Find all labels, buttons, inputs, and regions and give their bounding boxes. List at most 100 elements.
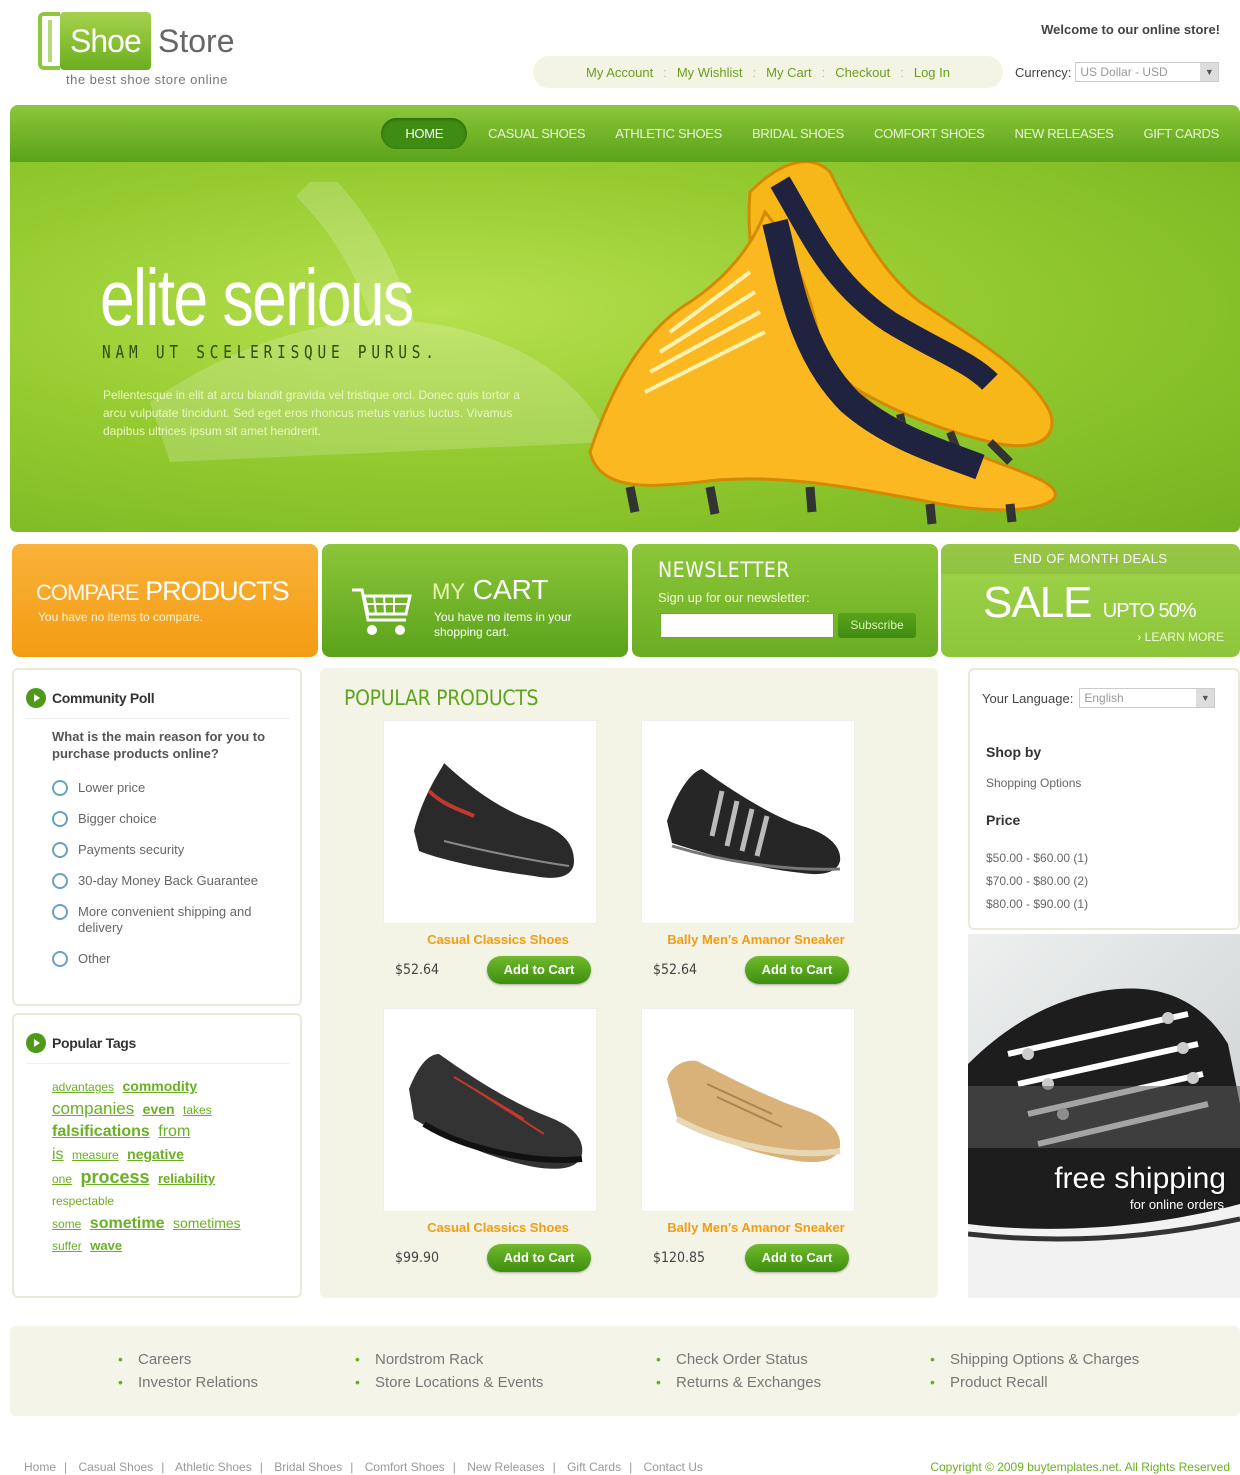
footer-links: Careers Investor Relations Nordstrom Rac…	[10, 1326, 1240, 1416]
tag-link[interactable]: companies	[52, 1098, 134, 1120]
nav-bridal-shoes[interactable]: BRIDAL SHOES	[737, 126, 859, 141]
nav-home[interactable]: HOME	[381, 118, 468, 149]
radio-button[interactable]	[52, 951, 68, 967]
tag-link[interactable]: falsifications	[52, 1121, 150, 1143]
tag-link[interactable]: measure	[72, 1144, 119, 1166]
logo[interactable]: Shoe Store the best shoe store online	[38, 12, 268, 92]
nav-comfort-shoes[interactable]: COMFORT SHOES	[859, 126, 999, 141]
product-image[interactable]	[641, 720, 855, 924]
nav-casual-shoes[interactable]: CASUAL SHOES	[473, 126, 600, 141]
link-checkout[interactable]: Checkout	[825, 65, 900, 80]
footer-link-nordstrom-rack[interactable]: Nordstrom Rack	[353, 1348, 543, 1371]
price-range-link[interactable]: $50.00 - $60.00 (1)	[986, 851, 1088, 865]
arrow-bullet-icon	[26, 688, 46, 708]
compare-products-box[interactable]: COMPARE PRODUCTS You have no items to co…	[12, 544, 318, 657]
link-my-account[interactable]: My Account	[576, 65, 663, 80]
tag-link[interactable]: takes	[183, 1099, 212, 1121]
subscribe-button[interactable]: Subscribe	[838, 613, 916, 638]
poll-heading: Community Poll	[26, 688, 155, 708]
tag-link[interactable]: from	[158, 1121, 190, 1143]
bottom-link-athletic-shoes[interactable]: Athletic Shoes	[175, 1460, 252, 1474]
add-to-cart-button[interactable]: Add to Cart	[487, 1244, 591, 1272]
radio-button[interactable]	[52, 811, 68, 827]
tag-link[interactable]: wave	[90, 1235, 122, 1257]
poll-option[interactable]: Other	[52, 951, 282, 967]
product-name[interactable]: Casual Classics Shoes	[380, 1220, 616, 1235]
tag-link[interactable]: negative	[127, 1143, 184, 1165]
sale-title: SALE UPTO 50%	[983, 578, 1197, 628]
footer-link-careers[interactable]: Careers	[116, 1348, 258, 1371]
poll-option-label: Other	[78, 951, 111, 966]
currency-select[interactable]: US Dollar - USD ▼	[1075, 62, 1220, 82]
language-value: English	[1084, 691, 1124, 705]
link-log-in[interactable]: Log In	[904, 65, 960, 80]
bottom-link-new-releases[interactable]: New Releases	[467, 1460, 544, 1474]
product-name[interactable]: Casual Classics Shoes	[380, 932, 616, 947]
link-my-wishlist[interactable]: My Wishlist	[667, 65, 753, 80]
product-card: Bally Men's Amanor Sneaker $120.85 Add t…	[638, 1008, 896, 1273]
tag-link[interactable]: some	[52, 1213, 81, 1235]
poll-option[interactable]: 30-day Money Back Guarantee	[52, 873, 282, 889]
price-range-link[interactable]: $80.00 - $90.00 (1)	[986, 897, 1088, 911]
tag-link[interactable]: sometime	[90, 1213, 165, 1235]
free-shipping-banner[interactable]: free shipping for online orders	[968, 934, 1240, 1298]
footer-link-investor-relations[interactable]: Investor Relations	[116, 1371, 258, 1394]
poll-option[interactable]: Lower price	[52, 780, 282, 796]
newsletter-box: NEWSLETTER Sign up for our newsletter: S…	[632, 544, 938, 657]
nav-athletic-shoes[interactable]: ATHLETIC SHOES	[600, 126, 737, 141]
footer-link-product-recall[interactable]: Product Recall	[928, 1371, 1139, 1394]
footer-link-store-locations[interactable]: Store Locations & Events	[353, 1371, 543, 1394]
product-card: Casual Classics Shoes $52.64 Add to Cart	[380, 720, 638, 985]
radio-button[interactable]	[52, 904, 68, 920]
poll-option[interactable]: Bigger choice	[52, 811, 282, 827]
product-name[interactable]: Bally Men's Amanor Sneaker	[638, 1220, 874, 1235]
tag-link[interactable]: sometimes	[173, 1212, 241, 1234]
bottom-link-home[interactable]: Home	[24, 1460, 56, 1474]
tan-sneaker-image	[667, 1060, 841, 1163]
tag-link[interactable]: even	[143, 1098, 175, 1120]
nav-new-releases[interactable]: NEW RELEASES	[1000, 126, 1129, 141]
bottom-link-casual-shoes[interactable]: Casual Shoes	[78, 1460, 153, 1474]
product-image[interactable]	[383, 720, 597, 924]
sale-box[interactable]: END OF MONTH DEALS SALE UPTO 50% › LEARN…	[941, 544, 1240, 657]
add-to-cart-button[interactable]: Add to Cart	[745, 1244, 849, 1272]
footer-link-check-order-status[interactable]: Check Order Status	[654, 1348, 821, 1371]
add-to-cart-button[interactable]: Add to Cart	[745, 956, 849, 984]
tag-link[interactable]: reliability	[158, 1168, 215, 1190]
tag-link[interactable]: one	[52, 1168, 72, 1190]
tag-cloud: advantages commodity companies even take…	[52, 1075, 287, 1257]
radio-button[interactable]	[52, 842, 68, 858]
bottom-link-comfort-shoes[interactable]: Comfort Shoes	[365, 1460, 445, 1474]
newsletter-email-input[interactable]	[660, 613, 834, 638]
newsletter-title: NEWSLETTER	[658, 558, 790, 582]
tag-link[interactable]: suffer	[52, 1235, 82, 1257]
add-to-cart-button[interactable]: Add to Cart	[487, 956, 591, 984]
radio-button[interactable]	[52, 873, 68, 889]
footer-link-returns[interactable]: Returns & Exchanges	[654, 1371, 821, 1394]
tag-link[interactable]: commodity	[123, 1075, 198, 1097]
sale-upto: UPTO 50%	[1102, 600, 1197, 622]
product-image[interactable]	[383, 1008, 597, 1212]
product-name[interactable]: Bally Men's Amanor Sneaker	[638, 932, 874, 947]
currency-value: US Dollar - USD	[1080, 65, 1168, 79]
poll-option[interactable]: Payments security	[52, 842, 282, 858]
my-cart-box[interactable]: MY CART You have no items in your shoppi…	[322, 544, 628, 657]
chevron-down-icon: ▼	[1200, 63, 1219, 81]
footer-link-shipping-options[interactable]: Shipping Options & Charges	[928, 1348, 1139, 1371]
tag-link[interactable]: process	[80, 1166, 149, 1188]
tag-link[interactable]: advantages	[52, 1076, 114, 1098]
tag-link[interactable]: is	[52, 1144, 64, 1166]
radio-button[interactable]	[52, 780, 68, 796]
tag-link[interactable]: respectable	[52, 1190, 114, 1212]
bottom-link-gift-cards[interactable]: Gift Cards	[567, 1460, 621, 1474]
product-image[interactable]	[641, 1008, 855, 1212]
language-select[interactable]: English ▼	[1079, 688, 1216, 708]
price-range-link[interactable]: $70.00 - $80.00 (2)	[986, 874, 1088, 888]
bottom-link-bridal-shoes[interactable]: Bridal Shoes	[274, 1460, 342, 1474]
poll-option[interactable]: More convenient shipping and delivery	[52, 904, 282, 936]
learn-more-link[interactable]: › LEARN MORE	[1137, 630, 1224, 644]
hero-banner[interactable]: elite serious NAM UT SCELERISQUE PURUS. …	[10, 162, 1240, 532]
bottom-link-contact-us[interactable]: Contact Us	[644, 1460, 703, 1474]
nav-gift-cards[interactable]: GIFT CARDS	[1129, 126, 1235, 141]
link-my-cart[interactable]: My Cart	[756, 65, 822, 80]
